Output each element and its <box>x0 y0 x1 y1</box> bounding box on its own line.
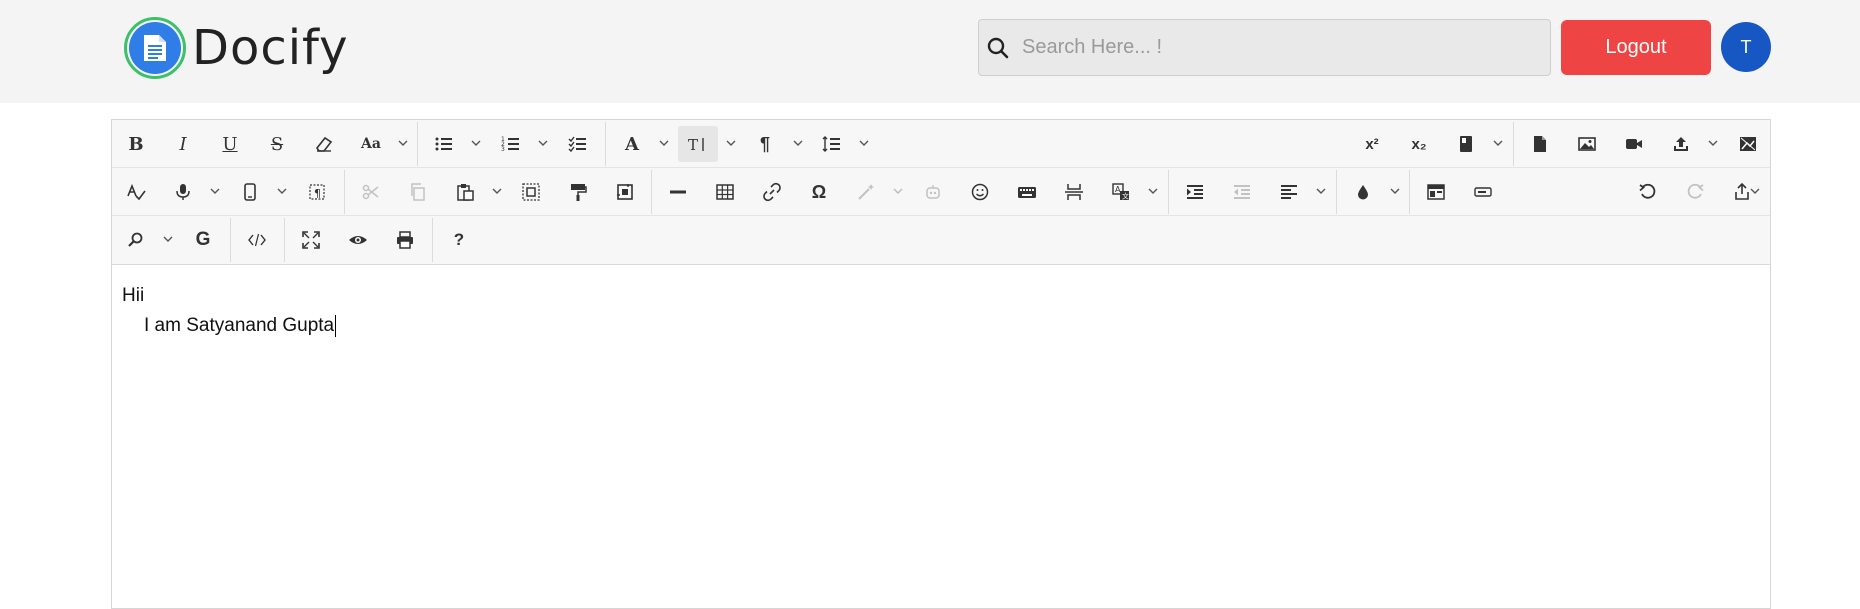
chevron-down-icon[interactable] <box>891 184 905 198</box>
special-character-button[interactable]: Ω <box>799 174 839 210</box>
svg-text:文: 文 <box>1122 192 1129 201</box>
color-drop-icon[interactable] <box>1343 174 1383 210</box>
chevron-down-icon[interactable] <box>1314 184 1328 198</box>
undo-icon[interactable] <box>1628 174 1668 210</box>
toolbar-row-2: ¶ Ω A 文 <box>112 168 1770 216</box>
keyboard-icon[interactable] <box>1007 174 1047 210</box>
search-icon <box>987 37 1009 58</box>
app-logo[interactable]: Docify <box>124 16 349 80</box>
file-icon[interactable] <box>1520 126 1560 162</box>
copy-icon[interactable] <box>398 174 438 210</box>
chevron-down-icon[interactable] <box>536 136 550 150</box>
toolbar-row-3: G ? <box>112 216 1770 264</box>
form-field-icon[interactable] <box>1463 174 1503 210</box>
text-cursor <box>335 314 337 337</box>
chevron-down-icon[interactable] <box>490 184 504 198</box>
ai-wand-icon[interactable] <box>846 174 886 210</box>
editor-line-indented[interactable]: I am Satyanand Gupta <box>122 311 1760 341</box>
source-code-icon[interactable] <box>237 222 277 258</box>
outdent-icon[interactable] <box>1222 174 1262 210</box>
chevron-down-icon[interactable] <box>1146 184 1160 198</box>
search-bar[interactable] <box>978 19 1551 76</box>
table-icon[interactable] <box>705 174 745 210</box>
checklist-icon[interactable] <box>558 126 598 162</box>
print-icon[interactable] <box>385 222 425 258</box>
svg-text:3: 3 <box>501 146 505 153</box>
chevron-down-icon[interactable] <box>791 136 805 150</box>
preview-eye-icon[interactable] <box>338 222 378 258</box>
chevron-down-icon[interactable] <box>1748 184 1762 198</box>
editor-line[interactable]: Hii <box>122 281 1760 311</box>
show-blocks-icon[interactable]: ¶ <box>297 174 337 210</box>
numbered-list-icon[interactable]: 123 <box>491 126 531 162</box>
help-button[interactable]: ? <box>439 222 479 258</box>
eraser-icon[interactable] <box>304 126 344 162</box>
book-icon[interactable] <box>1446 126 1486 162</box>
link-icon[interactable] <box>752 174 792 210</box>
image-icon[interactable] <box>1567 126 1607 162</box>
italic-button[interactable]: I <box>163 126 203 162</box>
paste-icon[interactable] <box>445 174 485 210</box>
align-left-icon[interactable] <box>1269 174 1309 210</box>
chevron-down-icon[interactable] <box>657 136 671 150</box>
search-input[interactable] <box>1022 36 1522 59</box>
select-all-icon[interactable] <box>511 174 551 210</box>
bold-button[interactable]: B <box>116 126 156 162</box>
find-replace-icon[interactable] <box>116 222 156 258</box>
grammar-check-button[interactable]: G <box>183 222 223 258</box>
chevron-down-icon[interactable] <box>1388 184 1402 198</box>
bullet-list-icon[interactable] <box>424 126 464 162</box>
svg-text:¶: ¶ <box>314 187 321 200</box>
toolbar-row-1: B I U S Aa 123 A T ¶ x² x₂ <box>112 120 1770 168</box>
emoji-icon[interactable] <box>960 174 1000 210</box>
chevron-down-icon[interactable] <box>275 184 289 198</box>
upload-icon[interactable] <box>1661 126 1701 162</box>
editor-line-text[interactable]: I am Satyanand Gupta <box>144 315 334 336</box>
image-manager-icon[interactable] <box>1728 126 1768 162</box>
strikethrough-button[interactable]: S <box>257 126 297 162</box>
font-size-button[interactable]: Aa <box>351 126 391 162</box>
superscript-button[interactable]: x² <box>1352 126 1392 162</box>
translate-icon[interactable]: A文 <box>1101 174 1141 210</box>
app-name: Docify <box>192 20 349 76</box>
chevron-down-icon[interactable] <box>469 136 483 150</box>
document-logo-icon <box>124 17 186 79</box>
font-family-button[interactable]: A <box>612 126 652 162</box>
chevron-down-icon[interactable] <box>161 232 175 246</box>
page-break-icon[interactable] <box>1054 174 1094 210</box>
horizontal-line-icon[interactable] <box>658 174 698 210</box>
chevron-down-icon[interactable] <box>1706 136 1720 150</box>
indent-icon[interactable] <box>1175 174 1215 210</box>
fullscreen-icon[interactable] <box>291 222 331 258</box>
text-size-icon[interactable]: T <box>678 126 718 162</box>
ai-assistant-icon[interactable] <box>913 174 953 210</box>
editor-content[interactable]: Hii I am Satyanand Gupta <box>112 265 1770 357</box>
chevron-down-icon[interactable] <box>724 136 738 150</box>
video-icon[interactable] <box>1614 126 1654 162</box>
template-icon[interactable] <box>1416 174 1456 210</box>
format-painter-icon[interactable] <box>558 174 598 210</box>
header: Docify Logout T <box>0 0 1860 103</box>
cut-icon[interactable] <box>351 174 391 210</box>
paragraph-style-button[interactable]: ¶ <box>745 126 785 162</box>
editor-toolbar: B I U S Aa 123 A T ¶ x² x₂ ¶ Ω A 文 G ? <box>112 120 1770 265</box>
copy-format-icon[interactable] <box>605 174 645 210</box>
chevron-down-icon[interactable] <box>1491 136 1505 150</box>
microphone-icon[interactable] <box>163 174 203 210</box>
underline-button[interactable]: U <box>210 126 250 162</box>
mobile-preview-icon[interactable] <box>230 174 270 210</box>
avatar[interactable]: T <box>1721 22 1771 72</box>
logout-button[interactable]: Logout <box>1561 20 1711 75</box>
svg-text:T: T <box>688 136 698 154</box>
chevron-down-icon[interactable] <box>396 136 410 150</box>
rich-text-editor: B I U S Aa 123 A T ¶ x² x₂ ¶ Ω A 文 G ? H… <box>111 119 1771 609</box>
line-height-icon[interactable] <box>812 126 852 162</box>
chevron-down-icon[interactable] <box>857 136 871 150</box>
chevron-down-icon[interactable] <box>208 184 222 198</box>
subscript-button[interactable]: x₂ <box>1399 126 1439 162</box>
redo-icon[interactable] <box>1675 174 1715 210</box>
spellcheck-icon[interactable] <box>116 174 156 210</box>
